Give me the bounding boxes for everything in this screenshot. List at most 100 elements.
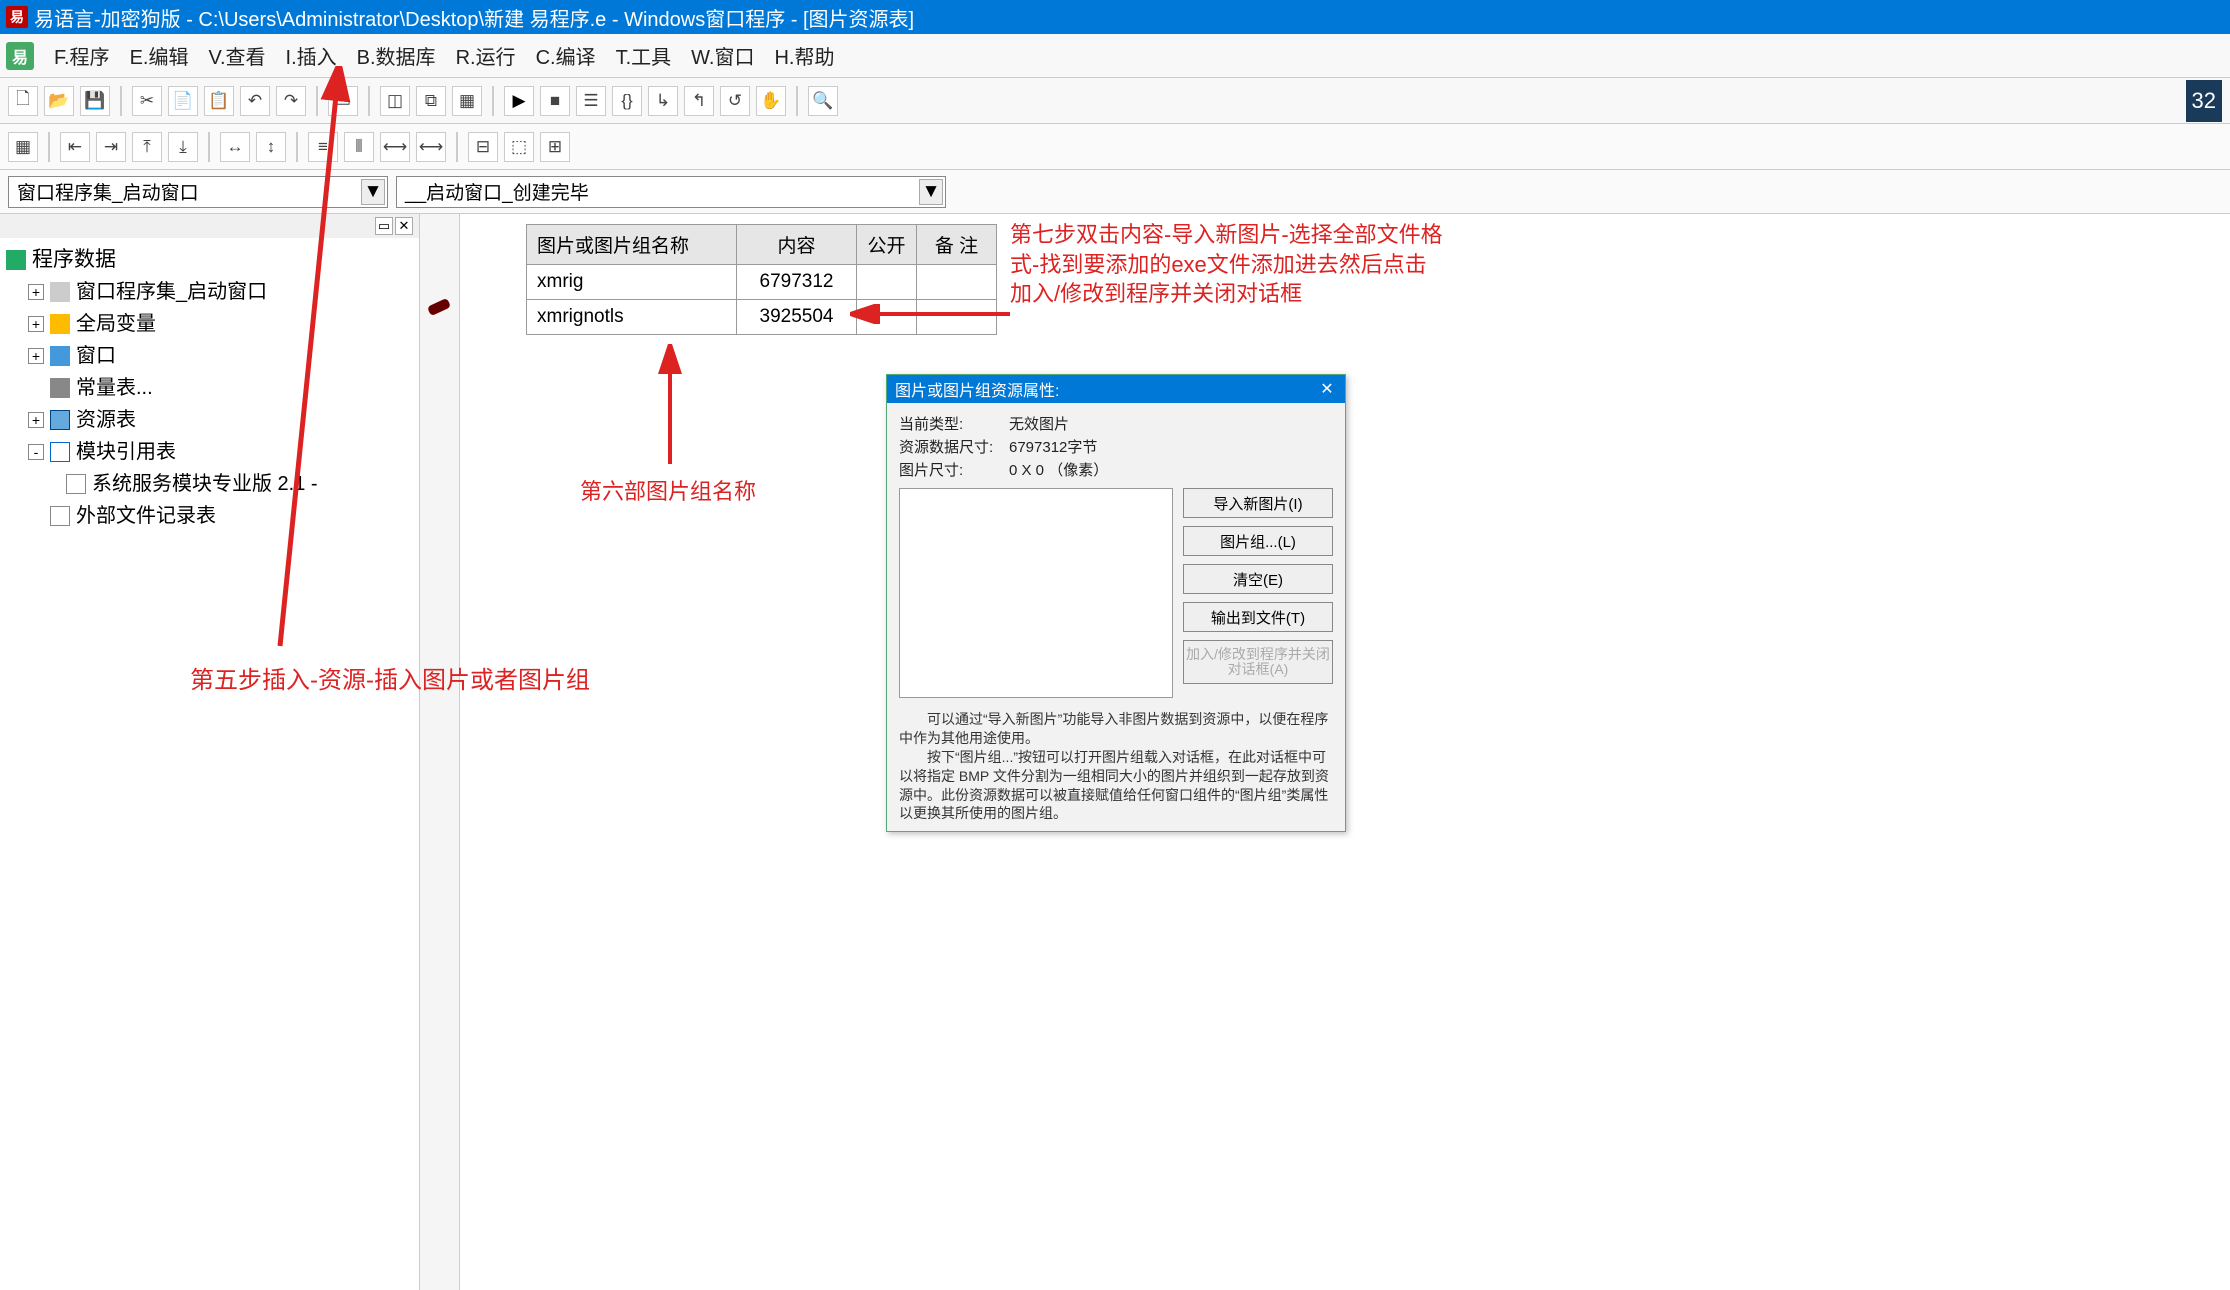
hand-icon[interactable]: ✋ (756, 86, 786, 116)
menu-run[interactable]: R.运行 (446, 38, 526, 73)
proc-combo[interactable]: __启动窗口_创建完毕 ▼ (396, 176, 946, 208)
save-file-icon[interactable]: 💾 (80, 86, 110, 116)
panel-close-icon[interactable]: ✕ (395, 217, 413, 235)
menu-edit[interactable]: E.编辑 (120, 38, 199, 73)
apply-close-button[interactable]: 加入/修改到程序并关闭对话框(A) (1183, 640, 1333, 684)
center-v-icon[interactable]: ↕ (256, 132, 286, 162)
collapse-icon[interactable]: - (28, 444, 44, 460)
grid-icon[interactable]: ▦ (8, 132, 38, 162)
space-v-icon[interactable]: ⦀ (344, 132, 374, 162)
lock-icon[interactable]: ⊟ (468, 132, 498, 162)
menu-program[interactable]: F.程序 (44, 38, 120, 73)
project-tree[interactable]: 程序数据 +窗口程序集_启动窗口 +全局变量 +窗口 常量表... +资源表 -… (0, 238, 419, 538)
separator-icon (208, 132, 210, 162)
resource-property-dialog[interactable]: 图片或图片组资源属性: ✕ 当前类型:无效图片 资源数据尺寸:6797312字节… (886, 374, 1346, 832)
dialog-buttons: 导入新图片(I) 图片组...(L) 清空(E) 输出到文件(T) 加入/修改到… (1183, 488, 1333, 698)
left-panel: ▭ ✕ 程序数据 +窗口程序集_启动窗口 +全局变量 +窗口 常量表... +资… (0, 214, 420, 1290)
consts-icon (50, 378, 70, 398)
tab-order-icon[interactable]: ⬚ (504, 132, 534, 162)
tree-item-extfiles[interactable]: 外部文件记录表 (28, 500, 413, 532)
expand-icon[interactable]: + (28, 412, 44, 428)
col-note-header: 备 注 (917, 225, 997, 265)
tree-item-progset[interactable]: +窗口程序集_启动窗口 (28, 276, 413, 308)
align-right-icon[interactable]: ⇥ (96, 132, 126, 162)
menu-insert[interactable]: I.插入 (276, 38, 347, 73)
file-icon (50, 506, 70, 526)
menu-help[interactable]: H.帮助 (764, 38, 844, 73)
cell-name[interactable]: xmrignotls (527, 300, 737, 335)
menu-tools[interactable]: T.工具 (606, 38, 682, 73)
import-image-button[interactable]: 导入新图片(I) (1183, 488, 1333, 518)
open-file-icon[interactable]: 📂 (44, 86, 74, 116)
align-bottom-icon[interactable]: ⤓ (168, 132, 198, 162)
label-dim: 图片尺寸: (899, 459, 1009, 480)
cell-content[interactable]: 6797312 (737, 265, 857, 300)
cell-public[interactable] (857, 300, 917, 335)
app-icon: 易 (6, 6, 28, 28)
scope-combo-value: 窗口程序集_启动窗口 (17, 178, 199, 205)
tree-root[interactable]: 程序数据 (6, 244, 413, 276)
align-top-icon[interactable]: ⤒ (132, 132, 162, 162)
undo-icon[interactable]: ↶ (240, 86, 270, 116)
space-h-icon[interactable]: ≡ (308, 132, 338, 162)
cell-note[interactable] (917, 265, 997, 300)
cell-content[interactable]: 3925504 (737, 300, 857, 335)
image-group-button[interactable]: 图片组...(L) (1183, 526, 1333, 556)
break-icon[interactable]: ☰ (576, 86, 606, 116)
scope-combo[interactable]: 窗口程序集_启动窗口 ▼ (8, 176, 388, 208)
annotation-step5: 第五步插入-资源-插入图片或者图片组 (190, 660, 590, 695)
layout2-icon[interactable]: ⧉ (416, 86, 446, 116)
separator-icon (120, 86, 122, 116)
menu-database[interactable]: B.数据库 (347, 38, 446, 73)
align-left-icon[interactable]: ⇤ (60, 132, 90, 162)
tree-item-resources[interactable]: +资源表 (28, 404, 413, 436)
resource-table[interactable]: 图片或图片组名称 内容 公开 备 注 xmrig 6797312 xmrigno… (526, 224, 997, 335)
step-over-icon[interactable]: {} (612, 86, 642, 116)
expand-icon[interactable]: + (28, 348, 44, 364)
cell-public[interactable] (857, 265, 917, 300)
clear-button[interactable]: 清空(E) (1183, 564, 1333, 594)
expand-icon[interactable]: + (28, 284, 44, 300)
stop-icon[interactable]: ■ (540, 86, 570, 116)
separator-icon (492, 86, 494, 116)
find-icon[interactable]: 🔍 (808, 86, 838, 116)
menu-window[interactable]: W.窗口 (681, 38, 764, 73)
step-out-icon[interactable]: ↰ (684, 86, 714, 116)
menu-view[interactable]: V.查看 (198, 38, 275, 73)
table-row[interactable]: xmrig 6797312 (527, 265, 997, 300)
expand-icon[interactable]: + (28, 316, 44, 332)
tree-item-window[interactable]: +窗口 (28, 340, 413, 372)
value-type: 无效图片 (1009, 413, 1333, 434)
new-file-icon[interactable]: 🗋 (8, 86, 38, 116)
redo-icon[interactable]: ↷ (276, 86, 306, 116)
same-height-icon[interactable]: ⟷ (416, 132, 446, 162)
copy-icon[interactable]: 📄 (168, 86, 198, 116)
run-icon[interactable]: ▶ (504, 86, 534, 116)
dialog-title-bar[interactable]: 图片或图片组资源属性: ✕ (887, 375, 1345, 403)
toolbar-main: 🗋 📂 💾 ✂ 📄 📋 ↶ ↷ ▭ ◫ ⧉ ▦ ▶ ■ ☰ {} ↳ ↰ ↺ ✋… (0, 78, 2230, 124)
paste-icon[interactable]: 📋 (204, 86, 234, 116)
cell-note[interactable] (917, 300, 997, 335)
center-h-icon[interactable]: ↔ (220, 132, 250, 162)
table-row[interactable]: xmrignotls 3925504 (527, 300, 997, 335)
window-icon[interactable]: ▭ (328, 86, 358, 116)
tree-item-consts[interactable]: 常量表... (28, 372, 413, 404)
same-width-icon[interactable]: ⟷ (380, 132, 410, 162)
tree-item-globals[interactable]: +全局变量 (28, 308, 413, 340)
layout1-icon[interactable]: ◫ (380, 86, 410, 116)
cut-icon[interactable]: ✂ (132, 86, 162, 116)
step-run-icon[interactable]: ↺ (720, 86, 750, 116)
test-dialog-icon[interactable]: ⊞ (540, 132, 570, 162)
menu-compile[interactable]: C.编译 (526, 38, 606, 73)
step-into-icon[interactable]: ↳ (648, 86, 678, 116)
close-icon[interactable]: ✕ (1317, 379, 1337, 399)
tree-item-modules[interactable]: -模块引用表 (28, 436, 413, 468)
layout3-icon[interactable]: ▦ (452, 86, 482, 116)
dropdown-arrow-icon[interactable]: ▼ (361, 179, 385, 205)
export-file-button[interactable]: 输出到文件(T) (1183, 602, 1333, 632)
tree-item-module-child[interactable]: 系统服务模块专业版 2.1 - (66, 468, 413, 500)
cell-name[interactable]: xmrig (527, 265, 737, 300)
panel-restore-icon[interactable]: ▭ (375, 217, 393, 235)
dropdown-arrow-icon[interactable]: ▼ (919, 179, 943, 205)
col-content-header: 内容 (737, 225, 857, 265)
